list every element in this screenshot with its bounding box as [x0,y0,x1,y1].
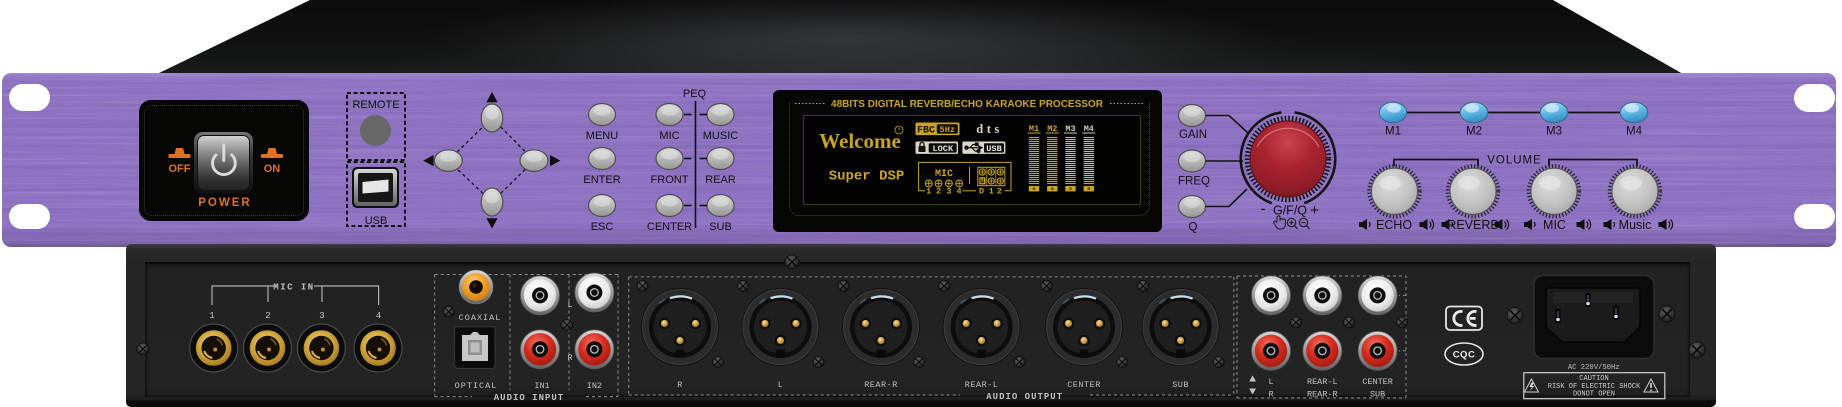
svg-text:1: 1 [989,187,994,197]
svg-text:3: 3 [946,187,951,197]
svg-text:M4: M4 [1626,126,1643,138]
svg-text:REAR: REAR [705,174,736,186]
svg-text:CENTER: CENTER [1067,380,1101,390]
svg-text:COAXIAL: COAXIAL [459,313,502,323]
svg-text:3: 3 [319,311,324,321]
svg-text:FREQ: FREQ [1178,176,1210,188]
svg-text:4: 4 [376,311,381,321]
svg-text:IN1: IN1 [534,381,549,391]
svg-text:L: L [567,300,572,310]
svg-text:R: R [1268,390,1273,400]
svg-text:dts: dts [976,122,1002,136]
svg-text:2: 2 [936,187,941,197]
svg-text:CENTER: CENTER [647,221,692,233]
svg-text:OFF: OFF [169,163,191,175]
svg-text:Welcome: Welcome [819,129,901,153]
svg-text:AUDIO OUTPUT: AUDIO OUTPUT [986,392,1063,402]
svg-text:48BITS DIGITAL REVERB/ECHO KAR: 48BITS DIGITAL REVERB/ECHO KARAOKE PROCE… [831,99,1104,110]
svg-text:REAR-L: REAR-L [1307,377,1338,387]
svg-text:AUDIO INPUT: AUDIO INPUT [494,393,564,403]
svg-text:MUSIC: MUSIC [703,130,739,142]
svg-text:R: R [567,353,572,363]
svg-text:L: L [1268,377,1273,387]
svg-text:REAR-R: REAR-R [1307,390,1338,400]
svg-text:M3: M3 [1546,126,1562,138]
svg-text:REMOTE: REMOTE [352,99,399,111]
svg-text:PEQ: PEQ [683,88,707,100]
svg-text:DONOT OPEN: DONOT OPEN [1573,391,1615,399]
svg-text:MENU: MENU [586,130,618,142]
svg-text:Music: Music [1619,218,1652,232]
svg-text:FBC: FBC [917,126,935,137]
svg-text:MIC IN: MIC IN [273,283,314,293]
svg-text:M1: M1 [1385,126,1401,138]
svg-text:MIC: MIC [659,130,679,142]
svg-text:4: 4 [957,187,962,197]
svg-text:ENTER: ENTER [583,174,620,186]
svg-text:5Hz: 5Hz [940,125,955,135]
svg-text:USB: USB [986,144,1001,154]
svg-text:REVERB: REVERB [1447,218,1498,232]
svg-text:FRONT: FRONT [651,174,689,186]
svg-text:ESC: ESC [591,221,614,233]
svg-text:M2: M2 [1466,126,1482,138]
svg-text:POWER: POWER [198,197,251,209]
svg-text:GAIN: GAIN [1179,129,1207,141]
svg-text:MIC: MIC [935,169,953,180]
svg-text:SUB: SUB [709,221,732,233]
svg-text:OPTICAL: OPTICAL [455,381,498,391]
svg-text:+: + [1310,202,1319,219]
svg-text:AC 220V/50Hz: AC 220V/50Hz [1568,364,1620,372]
svg-text:Q: Q [1189,222,1198,234]
svg-text:2: 2 [997,187,1002,197]
svg-text:R: R [677,380,683,390]
svg-text:SUB: SUB [1370,390,1385,400]
svg-text:ECHO: ECHO [1376,218,1412,232]
svg-text:CQC: CQC [1453,350,1476,361]
svg-text:ON: ON [264,163,281,175]
svg-text:Super DSP: Super DSP [829,169,905,185]
svg-text:CAUTION: CAUTION [1579,375,1608,383]
svg-text:REAR-R: REAR-R [864,380,898,390]
svg-text:REAR-L: REAR-L [965,380,999,390]
svg-text:1: 1 [209,311,214,321]
svg-text:1: 1 [926,187,931,197]
svg-text:VOLUME: VOLUME [1487,155,1542,167]
svg-text:SUB: SUB [1172,380,1189,390]
svg-text:CENTER: CENTER [1362,377,1393,387]
svg-text:2: 2 [265,311,270,321]
svg-text:MIC: MIC [1543,218,1566,232]
svg-text:L: L [778,380,784,390]
svg-text:D: D [979,187,984,197]
svg-text:-: - [1261,201,1266,218]
svg-text:IN2: IN2 [587,381,602,391]
svg-text:LOCK: LOCK [932,144,953,154]
